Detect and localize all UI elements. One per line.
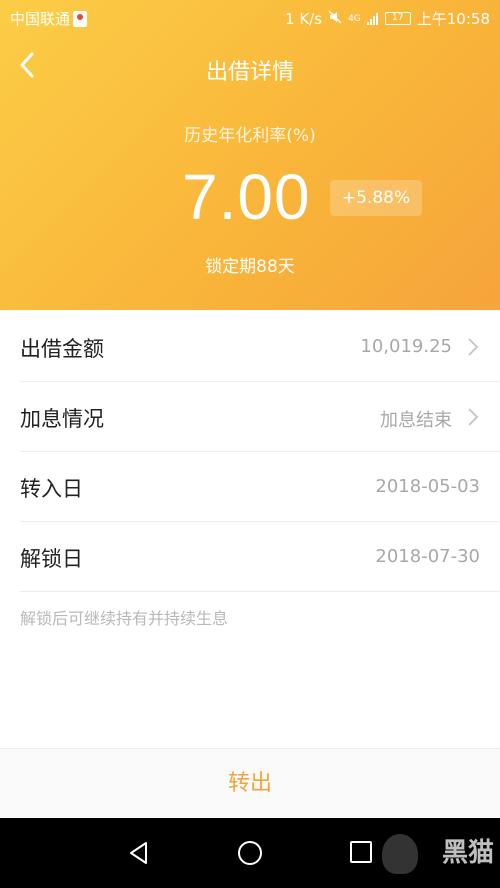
detail-value: 2018-05-03 bbox=[375, 476, 480, 497]
page-title: 出借详情 bbox=[205, 60, 294, 85]
detail-label: 出借金额 bbox=[20, 337, 104, 361]
detail-value: 加息结束 bbox=[380, 410, 452, 431]
detail-value: 10,019.25 bbox=[360, 336, 452, 357]
signal-icon bbox=[366, 12, 379, 25]
detail-row-unlock-date: 解锁日 2018-07-30 bbox=[0, 522, 500, 592]
clock: 上午10:58 bbox=[416, 10, 490, 28]
network-speed: 1 K/s bbox=[285, 9, 323, 28]
rate-label: 历史年化利率(%) bbox=[184, 126, 316, 146]
rate-value: 7.00 bbox=[182, 161, 311, 233]
map-pin-icon bbox=[73, 10, 88, 27]
detail-label: 转入日 bbox=[20, 477, 83, 501]
battery-icon: 17 bbox=[384, 12, 411, 25]
transfer-out-button[interactable]: 转出 bbox=[0, 748, 500, 818]
header-banner: 中国联通 1 K/s 4G 17 上午10:58 出借详情 历史年化利率(%) … bbox=[0, 0, 500, 310]
system-back-icon[interactable] bbox=[126, 840, 152, 866]
rate-bonus-badge: +5.88% bbox=[330, 180, 422, 216]
status-bar: 中国联通 1 K/s 4G 17 上午10:58 bbox=[0, 0, 500, 34]
detail-label: 解锁日 bbox=[20, 547, 83, 571]
watermark: 黑猫 bbox=[441, 838, 494, 868]
detail-row-transfer-in-date: 转入日 2018-05-03 bbox=[0, 452, 500, 522]
system-nav-bar: 黑猫 bbox=[0, 818, 500, 888]
lock-period: 锁定期88天 bbox=[205, 257, 295, 277]
network-type: 4G bbox=[348, 13, 361, 24]
detail-value: 2018-07-30 bbox=[375, 546, 480, 567]
system-home-icon[interactable] bbox=[238, 841, 262, 865]
mute-icon bbox=[328, 9, 342, 28]
detail-label: 加息情况 bbox=[20, 407, 104, 431]
navigation-bar: 出借详情 bbox=[0, 34, 500, 98]
watermark-logo-icon bbox=[382, 834, 418, 874]
detail-row-bonus[interactable]: 加息情况 加息结束 bbox=[0, 382, 500, 452]
unlock-note: 解锁后可继续持有并持续生息 bbox=[20, 609, 229, 628]
system-recents-icon[interactable] bbox=[350, 841, 372, 863]
detail-row-amount[interactable]: 出借金额 10,019.25 bbox=[0, 312, 500, 382]
carrier-name: 中国联通 bbox=[10, 10, 71, 28]
chevron-right-icon bbox=[468, 408, 479, 426]
chevron-right-icon bbox=[468, 338, 479, 356]
